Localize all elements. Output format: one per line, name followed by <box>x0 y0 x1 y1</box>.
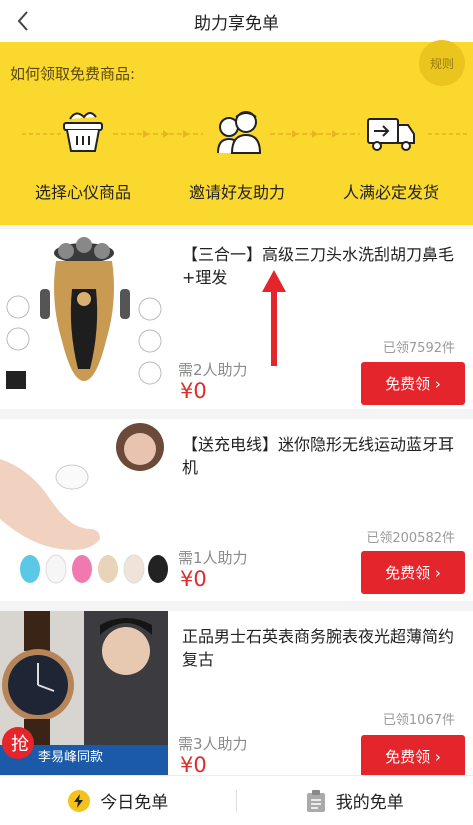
tab-label: 今日免单 <box>100 793 169 813</box>
product-name: 正品男士石英表商务腕表夜光超薄简约复古 <box>182 627 455 669</box>
step-label: 人满必定发货 <box>342 183 439 202</box>
step-invite: 邀请好友助力 <box>162 105 312 203</box>
bottom-tab-bar: 今日免单 我的免单 <box>0 775 473 825</box>
claimed-count: 已领200582件 <box>366 531 455 546</box>
price: ¥0 <box>180 567 207 591</box>
chevron-left-icon <box>17 11 28 31</box>
friends-icon <box>217 111 262 154</box>
tab-divider <box>236 790 237 812</box>
how-to-text: 如何领取免费商品: <box>10 65 136 83</box>
tab-today-free[interactable]: 今日免单 <box>0 776 237 825</box>
free-claim-button[interactable]: 免费领 › <box>361 735 465 778</box>
watch-image: 抢 李易峰同款 <box>0 611 168 775</box>
price: ¥0 <box>180 379 207 403</box>
lightning-icon <box>68 789 91 812</box>
claimed-count: 已领7592件 <box>382 341 455 356</box>
earbuds-image <box>0 419 168 601</box>
header: 助力享免单 <box>0 0 473 42</box>
tab-my-free[interactable]: 我的免单 <box>237 776 473 825</box>
basket-icon <box>63 112 103 152</box>
truck-icon <box>367 118 415 151</box>
product-image-watch: 抢 李易峰同款 <box>0 611 168 775</box>
shaver-image <box>0 229 168 409</box>
badge-grab: 抢 <box>11 734 29 755</box>
back-button[interactable] <box>8 6 38 36</box>
steps: 选择心仪商品 邀请好友助力 人满必定发货 <box>0 105 473 215</box>
clipboard-icon <box>306 789 325 812</box>
page-title: 助力享免单 <box>194 13 279 34</box>
need-helpers: 需2人助力 <box>178 361 248 379</box>
product-name: 【三合一】高级三刀头水洗刮胡刀鼻毛+理发 <box>182 245 455 287</box>
page: 助力享免单 如何领取免费商品: 规则 选择心仪商品 邀请好友助力 人满必定发货 … <box>0 0 473 825</box>
product-item[interactable]: 【送充电线】迷你隐形无线运动蓝牙耳机 已领200582件 需1人助力 ¥0 免费… <box>0 419 473 601</box>
how-to-banner: 如何领取免费商品: 规则 选择心仪商品 邀请好友助力 人满必定发货 <box>0 40 473 225</box>
claimed-count: 已领1067件 <box>382 713 455 728</box>
tab-label: 我的免单 <box>335 793 404 813</box>
step-label: 邀请好友助力 <box>188 183 285 202</box>
rules-button[interactable]: 规则 <box>419 40 465 86</box>
product-item[interactable]: 【三合一】高级三刀头水洗刮胡刀鼻毛+理发 已领7592件 需2人助力 ¥0 免费… <box>0 229 473 409</box>
need-helpers: 需3人助力 <box>178 735 248 753</box>
step-ship: 人满必定发货 <box>316 105 466 203</box>
product-name: 【送充电线】迷你隐形无线运动蓝牙耳机 <box>182 435 455 477</box>
product-item[interactable]: 抢 李易峰同款 正品男士石英表商务腕表夜光超薄简约复古 已领1067件 需3人助… <box>0 611 473 778</box>
step-label: 选择心仪商品 <box>34 183 131 202</box>
red-arrow-annotation <box>262 270 286 366</box>
product-image-earbuds <box>0 419 168 601</box>
step-select: 选择心仪商品 <box>8 105 158 203</box>
product-image-shaver <box>0 229 168 409</box>
free-claim-button[interactable]: 免费领 › <box>361 362 465 405</box>
badge-celebrity: 李易峰同款 <box>38 750 103 765</box>
free-claim-button[interactable]: 免费领 › <box>361 551 465 594</box>
price: ¥0 <box>180 753 207 777</box>
need-helpers: 需1人助力 <box>178 549 248 567</box>
